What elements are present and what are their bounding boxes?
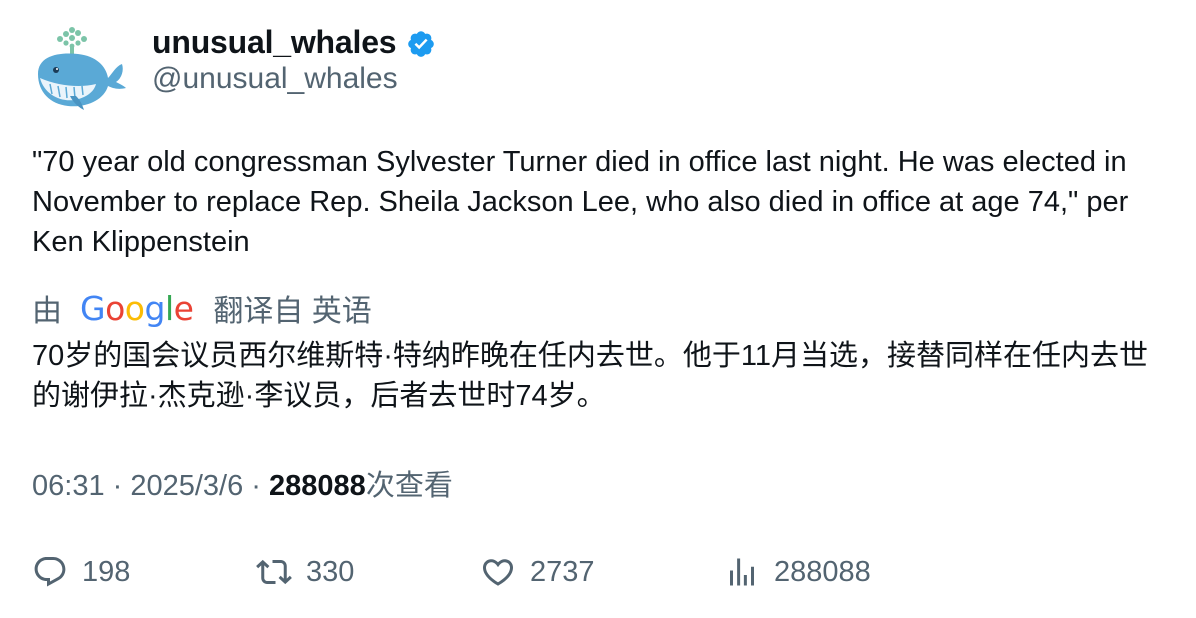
display-name[interactable]: unusual_whales bbox=[152, 24, 397, 61]
meta-separator: · bbox=[104, 470, 131, 502]
tweet-date[interactable]: 2025/3/6 bbox=[130, 470, 243, 502]
tweet-meta: 06:31 · 2025/3/6 · 288088次查看 bbox=[32, 462, 453, 504]
like-button[interactable]: 2737 bbox=[480, 548, 595, 596]
translated-from-label: 翻译自 英语 bbox=[213, 295, 372, 328]
author-name-row[interactable]: unusual_whales bbox=[152, 20, 436, 64]
tweet-text: "70 year old congressman Sylvester Turne… bbox=[32, 146, 1129, 258]
heart-icon bbox=[482, 559, 514, 586]
views-label: 次查看 bbox=[365, 470, 453, 502]
like-count: 2737 bbox=[530, 555, 595, 588]
retweet-button[interactable]: 330 bbox=[256, 548, 354, 596]
translated-text: 70岁的国会议员西尔维斯特·特纳昨晚在任内去世。他于11月当选，接替同样在任内去… bbox=[32, 340, 1149, 412]
retweet-icon bbox=[256, 559, 292, 585]
views-count: 288088 bbox=[269, 470, 366, 502]
whale-avatar-icon bbox=[38, 27, 126, 110]
analytics-icon bbox=[730, 558, 754, 586]
google-logo: Google bbox=[80, 288, 194, 328]
action-bar: 198 330 2737 288088 bbox=[32, 548, 1162, 596]
translation-attribution: 由 Google 翻译自 英语 bbox=[32, 286, 372, 330]
author-handle[interactable]: @unusual_whales bbox=[152, 62, 398, 96]
reply-icon bbox=[34, 557, 66, 587]
reply-count: 198 bbox=[82, 555, 131, 588]
verified-badge-icon bbox=[406, 29, 436, 59]
translated-by-label: 由 bbox=[32, 295, 62, 328]
views-action-count: 288088 bbox=[774, 555, 871, 588]
tweet-time[interactable]: 06:31 bbox=[32, 470, 105, 502]
reply-button[interactable]: 198 bbox=[32, 548, 130, 596]
avatar[interactable] bbox=[30, 22, 130, 114]
retweet-count: 330 bbox=[306, 555, 355, 588]
meta-separator: · bbox=[243, 470, 270, 502]
views-button[interactable]: 288088 bbox=[724, 548, 871, 596]
